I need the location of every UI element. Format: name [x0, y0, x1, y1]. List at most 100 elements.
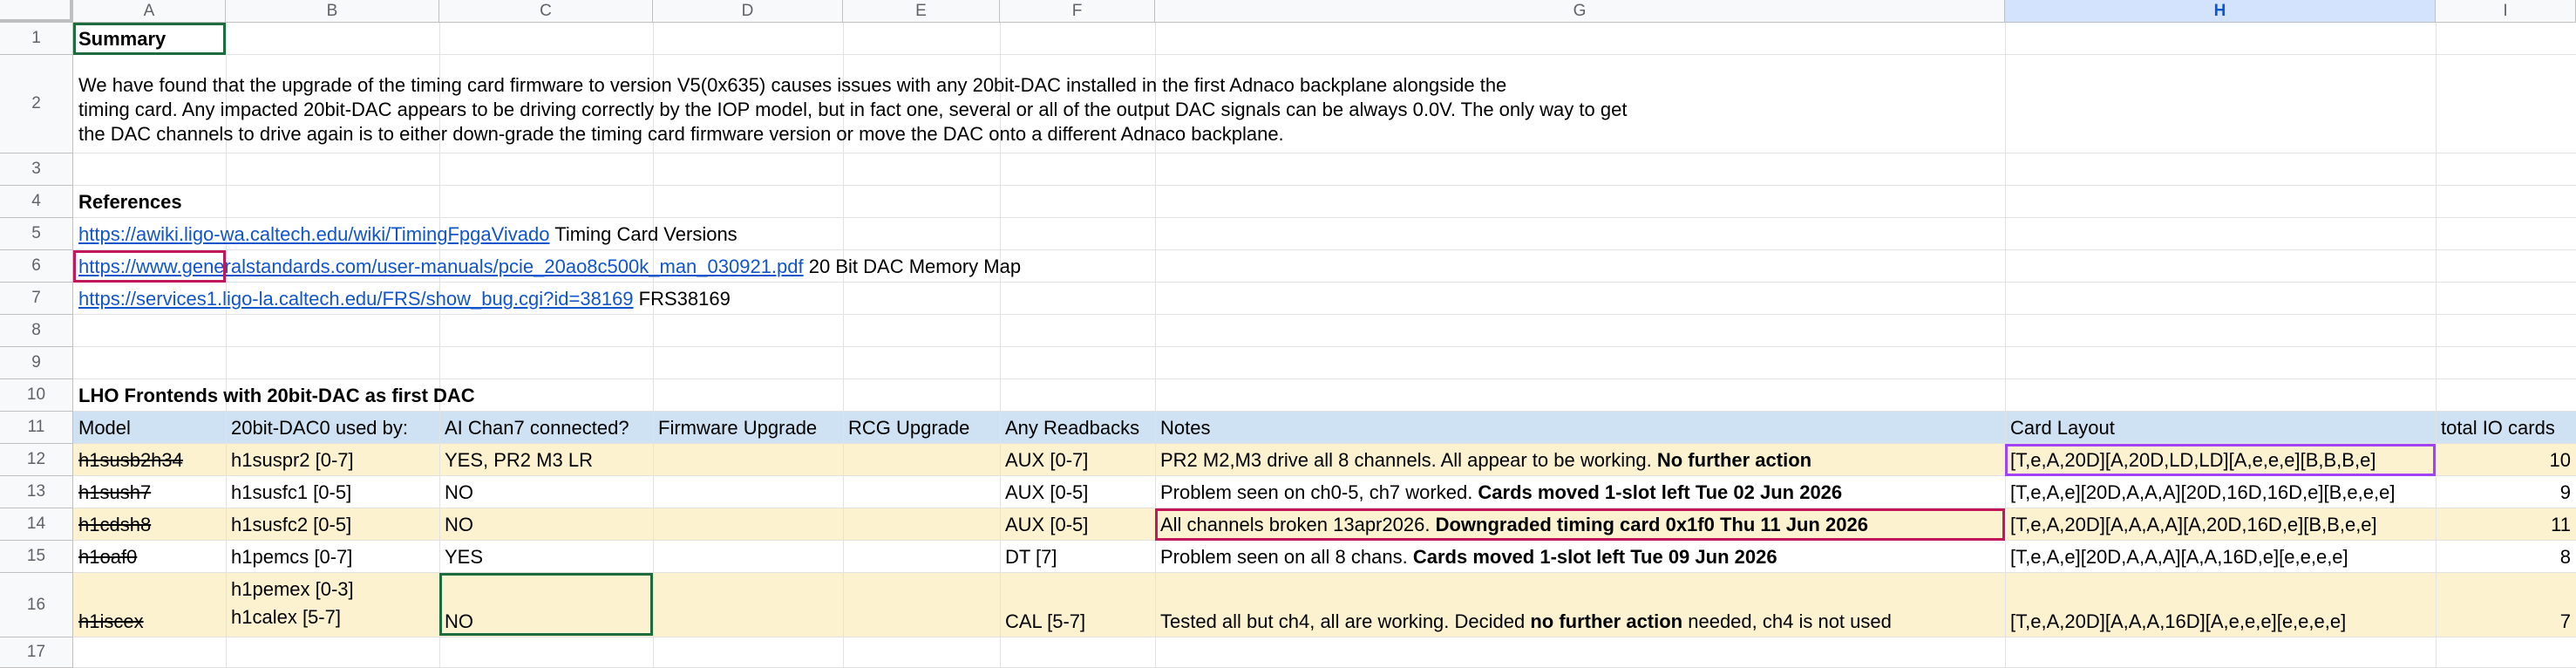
cell-card-layout[interactable]: [T,e,A,e][20D,A,A,A][A,A,16D,e][e,e,e,e] [2005, 541, 2436, 573]
notes-bold: Cards moved 1-slot left Tue 09 Jun 2026 [1412, 546, 1777, 568]
row-header-16[interactable]: 16 [0, 573, 73, 637]
cell-notes[interactable]: PR2 M2,M3 drive all 8 channels. All appe… [1155, 444, 2005, 476]
summary-line-2[interactable]: timing card. Any impacted 20bit-DAC appe… [73, 98, 1632, 122]
cell-total-io[interactable]: 7 [2436, 605, 2576, 637]
header-firmware[interactable]: Firmware Upgrade [653, 412, 843, 444]
summary-line-3[interactable]: the DAC channels to drive again is to ei… [73, 122, 1289, 147]
cell-ai-chan7[interactable]: YES, PR2 M3 LR [439, 444, 653, 476]
cell-readbacks[interactable]: DT [7] [1000, 541, 1155, 573]
row-17 [73, 637, 2576, 668]
cell-model[interactable]: h1sush7 [73, 476, 226, 508]
cell-ai-chan7[interactable]: NO [439, 476, 653, 508]
summary-line-1[interactable]: We have found that the upgrade of the ti… [73, 73, 1512, 98]
header-total-io[interactable]: total IO cards [2436, 412, 2576, 444]
cell-total-io[interactable]: 8 [2436, 541, 2576, 573]
header-ai-chan7[interactable]: AI Chan7 connected? [439, 412, 653, 444]
table-title[interactable]: LHO Frontends with 20bit-DAC as first DA… [73, 379, 480, 412]
row-header-7[interactable]: 7 [0, 283, 73, 315]
row-header-10[interactable]: 10 [0, 379, 73, 412]
collaborator-cell-outline-2 [1155, 508, 2005, 541]
row-header-4[interactable]: 4 [0, 186, 73, 218]
cell-dac-used[interactable]: h1pemcs [0-7] [226, 541, 439, 573]
column-header-c[interactable]: C [439, 0, 653, 23]
cell-card-layout[interactable]: [T,e,A,20D][A,A,A,16D][A,e,e,e][e,e,e,e] [2005, 605, 2436, 637]
header-model[interactable]: Model [73, 412, 226, 444]
cell-model[interactable]: h1oaf0 [73, 541, 226, 573]
notes-text: Problem seen on ch0-5, ch7 worked. [1160, 481, 1478, 503]
row-header-12[interactable]: 12 [0, 444, 73, 476]
row-header-11[interactable]: 11 [0, 412, 73, 444]
column-header-a[interactable]: A [73, 0, 226, 23]
header-readbacks[interactable]: Any Readbacks [1000, 412, 1155, 444]
header-dac-used[interactable]: 20bit-DAC0 used by: [226, 412, 439, 444]
column-header-i[interactable]: I [2436, 0, 2576, 23]
selected-cell-outline [439, 573, 653, 636]
cell-dac-used-2[interactable]: h1calex [5-7] [226, 601, 439, 633]
header-rcg[interactable]: RCG Upgrade [843, 412, 1000, 444]
row-header-2[interactable]: 2 [0, 55, 73, 153]
active-cell-outline [73, 23, 226, 55]
reference-label-2: 20 Bit DAC Memory Map [808, 256, 1022, 277]
row-4 [73, 186, 2576, 218]
cell-total-io[interactable]: 10 [2436, 444, 2576, 476]
header-card-layout[interactable]: Card Layout [2005, 412, 2436, 444]
column-header-g[interactable]: G [1155, 0, 2005, 23]
cell-notes[interactable]: Problem seen on ch0-5, ch7 worked. Cards… [1155, 476, 2005, 508]
column-header-f[interactable]: F [1000, 0, 1155, 23]
notes-text: Problem seen on all 8 chans. [1160, 546, 1413, 568]
column-header-h[interactable]: H [2005, 0, 2436, 23]
header-notes[interactable]: Notes [1155, 412, 2005, 444]
cell-model[interactable]: h1iscex [73, 605, 226, 637]
cell-notes[interactable]: Problem seen on all 8 chans. Cards moved… [1155, 541, 2005, 573]
row-header-5[interactable]: 5 [0, 218, 73, 250]
reference-label-1: Timing Card Versions [554, 223, 737, 245]
select-all-corner[interactable] [0, 0, 73, 23]
row-header-15[interactable]: 15 [0, 541, 73, 573]
notes-bold: no further action [1530, 610, 1683, 632]
cell-ai-chan7[interactable]: YES [439, 541, 653, 573]
reference-label-3: FRS38169 [638, 288, 731, 310]
notes-bold: No further action [1656, 449, 1812, 471]
reference-link-1[interactable]: https://awiki.ligo-wa.caltech.edu/wiki/T… [78, 223, 549, 245]
notes-text: Tested all but ch4, all are working. Dec… [1160, 610, 1531, 632]
cell-total-io[interactable]: 11 [2436, 508, 2576, 541]
row-1 [73, 23, 2576, 55]
row-header-17[interactable]: 17 [0, 637, 73, 668]
cell-readbacks[interactable]: CAL [5-7] [1000, 605, 1155, 637]
cell-dac-used[interactable]: h1suspr2 [0-7] [226, 444, 439, 476]
row-header-1[interactable]: 1 [0, 23, 73, 55]
spreadsheet: A B C D E F G H I 1 2 3 4 5 6 7 8 9 10 1… [0, 0, 2576, 668]
collaborator-cell-outline [2005, 444, 2436, 476]
row-header-8[interactable]: 8 [0, 315, 73, 347]
row-header-13[interactable]: 13 [0, 476, 73, 508]
cell-model[interactable]: h1cdsh8 [73, 508, 226, 541]
cell-total-io[interactable]: 9 [2436, 476, 2576, 508]
row-8 [73, 315, 2576, 347]
cell-card-layout[interactable]: [T,e,A,20D][A,A,A,A][A,20D,16D,e][B,B,e,… [2005, 508, 2436, 541]
cell-model[interactable]: h1susb2h34 [73, 444, 226, 476]
notes-text: PR2 M2,M3 drive all 8 channels. All appe… [1160, 449, 1657, 471]
row-header-6[interactable]: 6 [0, 250, 73, 283]
column-header-b[interactable]: B [226, 0, 439, 23]
row-9 [73, 347, 2576, 379]
cell-readbacks[interactable]: AUX [0-5] [1000, 508, 1155, 541]
cell-notes[interactable]: Tested all but ch4, all are working. Dec… [1155, 605, 2005, 637]
cell-readbacks[interactable]: AUX [0-7] [1000, 444, 1155, 476]
cell-card-layout[interactable]: [T,e,A,e][20D,A,A,A][20D,16D,16D,e][B,e,… [2005, 476, 2436, 508]
reference-link-3[interactable]: https://services1.ligo-la.caltech.edu/FR… [78, 288, 634, 310]
collaborator-cell-outline-3 [73, 250, 226, 283]
cell-dac-used[interactable]: h1susfc1 [0-5] [226, 476, 439, 508]
cell-readbacks[interactable]: AUX [0-5] [1000, 476, 1155, 508]
row-header-9[interactable]: 9 [0, 347, 73, 379]
reference-row-1: https://awiki.ligo-wa.caltech.edu/wiki/T… [73, 218, 743, 250]
row-3 [73, 153, 2576, 186]
row-header-3[interactable]: 3 [0, 153, 73, 186]
notes-text-tail: needed, ch4 is not used [1682, 610, 1892, 632]
cell-ai-chan7[interactable]: NO [439, 508, 653, 541]
column-header-d[interactable]: D [653, 0, 843, 23]
references-title[interactable]: References [73, 186, 187, 218]
cell-dac-used[interactable]: h1susfc2 [0-5] [226, 508, 439, 541]
row-header-14[interactable]: 14 [0, 508, 73, 541]
notes-bold: Cards moved 1-slot left Tue 02 Jun 2026 [1478, 481, 1843, 503]
column-header-e[interactable]: E [843, 0, 1000, 23]
